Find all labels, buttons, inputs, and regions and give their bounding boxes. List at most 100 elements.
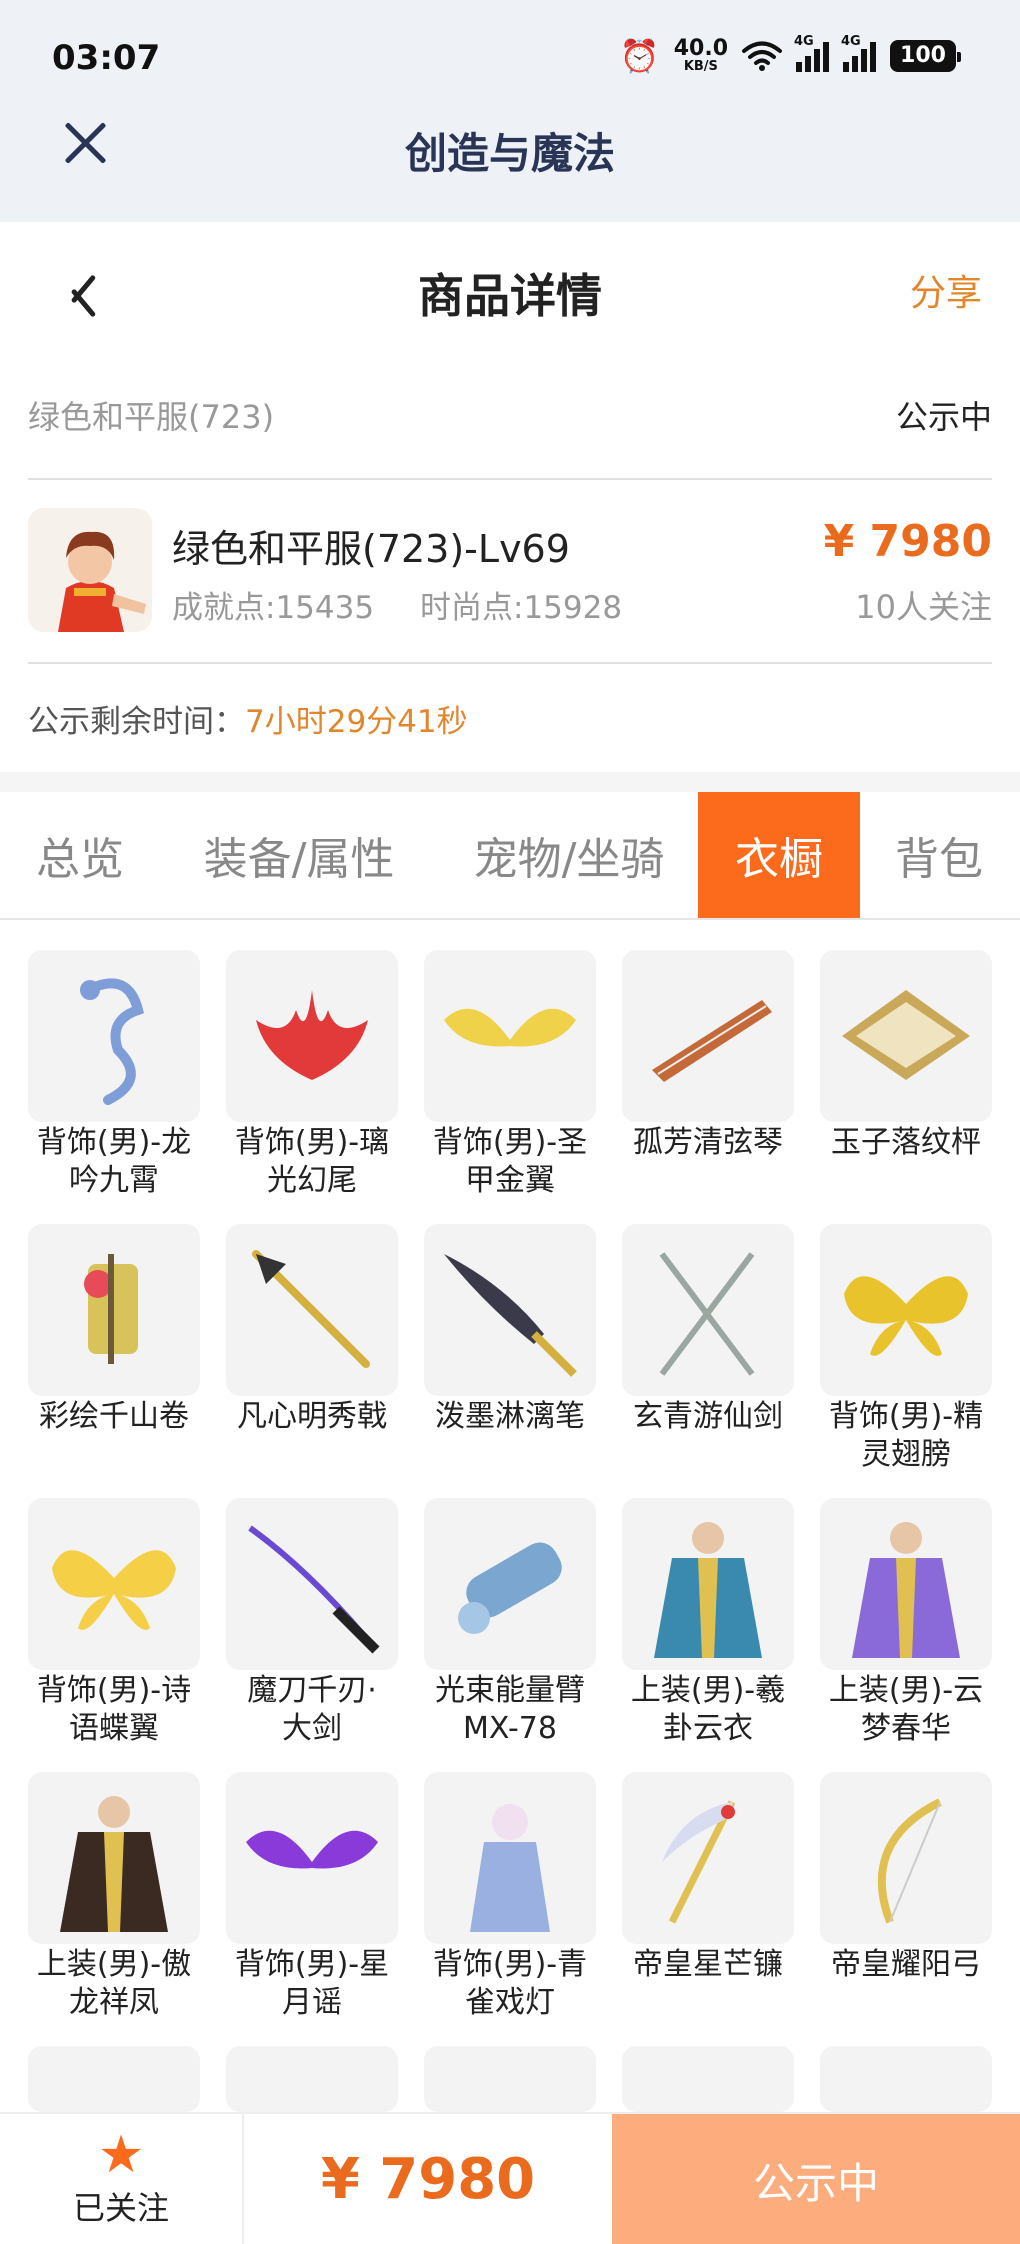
divider: [28, 662, 992, 664]
item-thumbnail: [226, 2046, 398, 2112]
wardrobe-item[interactable]: [622, 2046, 794, 2112]
butterfly-wings-icon: [820, 1224, 992, 1396]
item-status: 公示中: [895, 398, 992, 436]
wardrobe-item[interactable]: 帝皇耀阳弓: [820, 1772, 992, 1984]
wardrobe-item[interactable]: 泼墨淋漓笔: [424, 1224, 596, 1436]
follower-count: 10人关注: [855, 588, 992, 626]
wardrobe-item-label-line2: 梦春华: [861, 1711, 951, 1746]
wardrobe-item[interactable]: 孤芳清弦琴: [622, 950, 794, 1162]
wardrobe-item-label: 上装(男)-傲 龙祥凤: [28, 1946, 200, 2022]
wardrobe-item[interactable]: 背饰(男)-圣 甲金翼: [424, 950, 596, 1200]
wardrobe-item-label: 玉子落纹枰: [820, 1124, 992, 1162]
robe-icon: [820, 1498, 992, 1670]
wardrobe-item[interactable]: 上装(男)-羲 卦云衣: [622, 1498, 794, 1748]
wifi-icon: [742, 41, 782, 71]
dragon-icon: [28, 950, 200, 1122]
purple-wings-icon: [226, 1772, 398, 1944]
status-icons: ⏰ 40.0 KB/S 4G 4G 100: [619, 34, 961, 75]
wardrobe-item-label-line2: 甲金翼: [465, 1163, 555, 1198]
tab-overview[interactable]: 总览: [18, 792, 142, 918]
wardrobe-item[interactable]: [28, 2046, 200, 2112]
item-full-name: 绿色和平服(723)-Lv69: [172, 527, 570, 571]
wardrobe-item-label: 光束能量臂 MX-78: [424, 1672, 596, 1748]
wardrobe-item[interactable]: 凡心明秀戟: [226, 1224, 398, 1436]
wardrobe-item-label: 上装(男)-云 梦春华: [820, 1672, 992, 1748]
wardrobe-item[interactable]: 背饰(男)-璃 光幻尾: [226, 950, 398, 1200]
publicity-status-button[interactable]: 公示中: [612, 2114, 1020, 2244]
wardrobe-item-label: 背饰(男)-圣 甲金翼: [424, 1124, 596, 1200]
wardrobe-item-label: 泼墨淋漓笔: [424, 1398, 596, 1436]
wardrobe-item[interactable]: 上装(男)-云 梦春华: [820, 1498, 992, 1748]
robe-icon: [622, 1498, 794, 1670]
top-app-bar: 03:07 ⏰ 40.0 KB/S 4G 4G 100 创造与魔法: [0, 0, 1020, 222]
wardrobe-item-label-line1: 背饰(男)-龙: [36, 1125, 192, 1160]
wardrobe-item[interactable]: 背饰(男)-星 月谣: [226, 1772, 398, 2022]
wardrobe-item[interactable]: 背饰(男)-青 雀戏灯: [424, 1772, 596, 2022]
tab-equipment[interactable]: 装备/属性: [180, 792, 418, 918]
item-thumbnail: [622, 2046, 794, 2112]
wardrobe-item-label: 凡心明秀戟: [226, 1398, 398, 1436]
tab-wardrobe[interactable]: 衣橱: [698, 792, 860, 918]
scythe-icon: [622, 1772, 794, 1944]
wardrobe-item-label-line1: 孤芳清弦琴: [633, 1125, 783, 1160]
item-thumbnail: [820, 2046, 992, 2112]
qin-instrument-icon: [622, 950, 794, 1122]
tab-pets-mounts[interactable]: 宠物/坐骑: [450, 792, 688, 918]
countdown: 公示剩余时间：7小时29分41秒: [28, 696, 468, 741]
wardrobe-item[interactable]: [424, 2046, 596, 2112]
wardrobe-item[interactable]: 背饰(男)-诗 语蝶翼: [28, 1498, 200, 1748]
wardrobe-item[interactable]: 玄青游仙剑: [622, 1224, 794, 1436]
wardrobe-item-label-line2: 光幻尾: [267, 1163, 357, 1198]
achievement-points: 成就点:15435: [172, 590, 375, 626]
follow-button[interactable]: ★ 已关注: [0, 2114, 244, 2244]
bow-icon: [820, 1772, 992, 1944]
wardrobe-item[interactable]: 魔刀千刃· 大剑: [226, 1498, 398, 1748]
fashion-points: 时尚点:15928: [420, 590, 623, 626]
wardrobe-item-label-line1: 上装(男)-羲: [630, 1673, 786, 1708]
wardrobe-item-label-line1: 玄青游仙剑: [633, 1399, 783, 1434]
countdown-value: 7小时29分41秒: [245, 704, 468, 740]
scroll-icon: [28, 1224, 200, 1396]
wardrobe-item[interactable]: 上装(男)-傲 龙祥凤: [28, 1772, 200, 2022]
wardrobe-item-label: 背饰(男)-星 月谣: [226, 1946, 398, 2022]
character-avatar: [28, 508, 152, 632]
wardrobe-item[interactable]: 光束能量臂 MX-78: [424, 1498, 596, 1748]
wardrobe-item-label-line1: 玉子落纹枰: [831, 1125, 981, 1160]
wardrobe-item-label-line1: 背饰(男)-星: [234, 1947, 390, 1982]
wardrobe-item-label-line2: 龙祥凤: [69, 1985, 159, 2020]
wardrobe-item[interactable]: 背饰(男)-精 灵翅膀: [820, 1224, 992, 1474]
wardrobe-item-label-line1: 泼墨淋漓笔: [435, 1399, 585, 1434]
wardrobe-item-label-line2: 雀戏灯: [465, 1985, 555, 2020]
wardrobe-item-label-line1: 背饰(男)-青: [432, 1947, 588, 1982]
tab-backpack[interactable]: 背包: [876, 792, 1002, 918]
wardrobe-item[interactable]: 彩绘千山卷: [28, 1224, 200, 1436]
star-icon: ★: [97, 2125, 145, 2185]
status-time: 03:07: [52, 38, 161, 78]
wardrobe-item-label-line2: 月谣: [282, 1985, 342, 2020]
page-header: 商品详情 分享: [0, 222, 1020, 362]
wardrobe-item[interactable]: 帝皇星芒镰: [622, 1772, 794, 1984]
wardrobe-item[interactable]: [820, 2046, 992, 2112]
wardrobe-item[interactable]: 玉子落纹枰: [820, 950, 992, 1162]
go-board-icon: [820, 950, 992, 1122]
wardrobe-item-label-line2: 语蝶翼: [69, 1711, 159, 1746]
wardrobe-item-label: 玄青游仙剑: [622, 1398, 794, 1436]
golden-wings-icon: [424, 950, 596, 1122]
wardrobe-item-label: 背饰(男)-精 灵翅膀: [820, 1398, 992, 1474]
wardrobe-item[interactable]: [226, 2046, 398, 2112]
signal-icon: 4G: [794, 34, 829, 72]
alarm-icon: ⏰: [619, 36, 660, 75]
countdown-label: 公示剩余时间：: [28, 704, 245, 740]
net-speed: 40.0 KB/S: [674, 38, 728, 74]
wardrobe-item-label: 魔刀千刃· 大剑: [226, 1672, 398, 1748]
lantern-icon: [424, 1772, 596, 1944]
wardrobe-item-label-line1: 彩绘千山卷: [39, 1399, 189, 1434]
item-short-name: 绿色和平服(723): [28, 398, 275, 436]
share-button[interactable]: 分享: [910, 264, 982, 316]
flame-tail-icon: [226, 950, 398, 1122]
wardrobe-item-label-line1: 光束能量臂: [435, 1673, 585, 1708]
wardrobe-item[interactable]: 背饰(男)-龙 吟九霄: [28, 950, 200, 1200]
wardrobe-item-label-line1: 背饰(男)-璃: [234, 1125, 390, 1160]
brush-icon: [424, 1224, 596, 1396]
twin-swords-icon: [622, 1224, 794, 1396]
